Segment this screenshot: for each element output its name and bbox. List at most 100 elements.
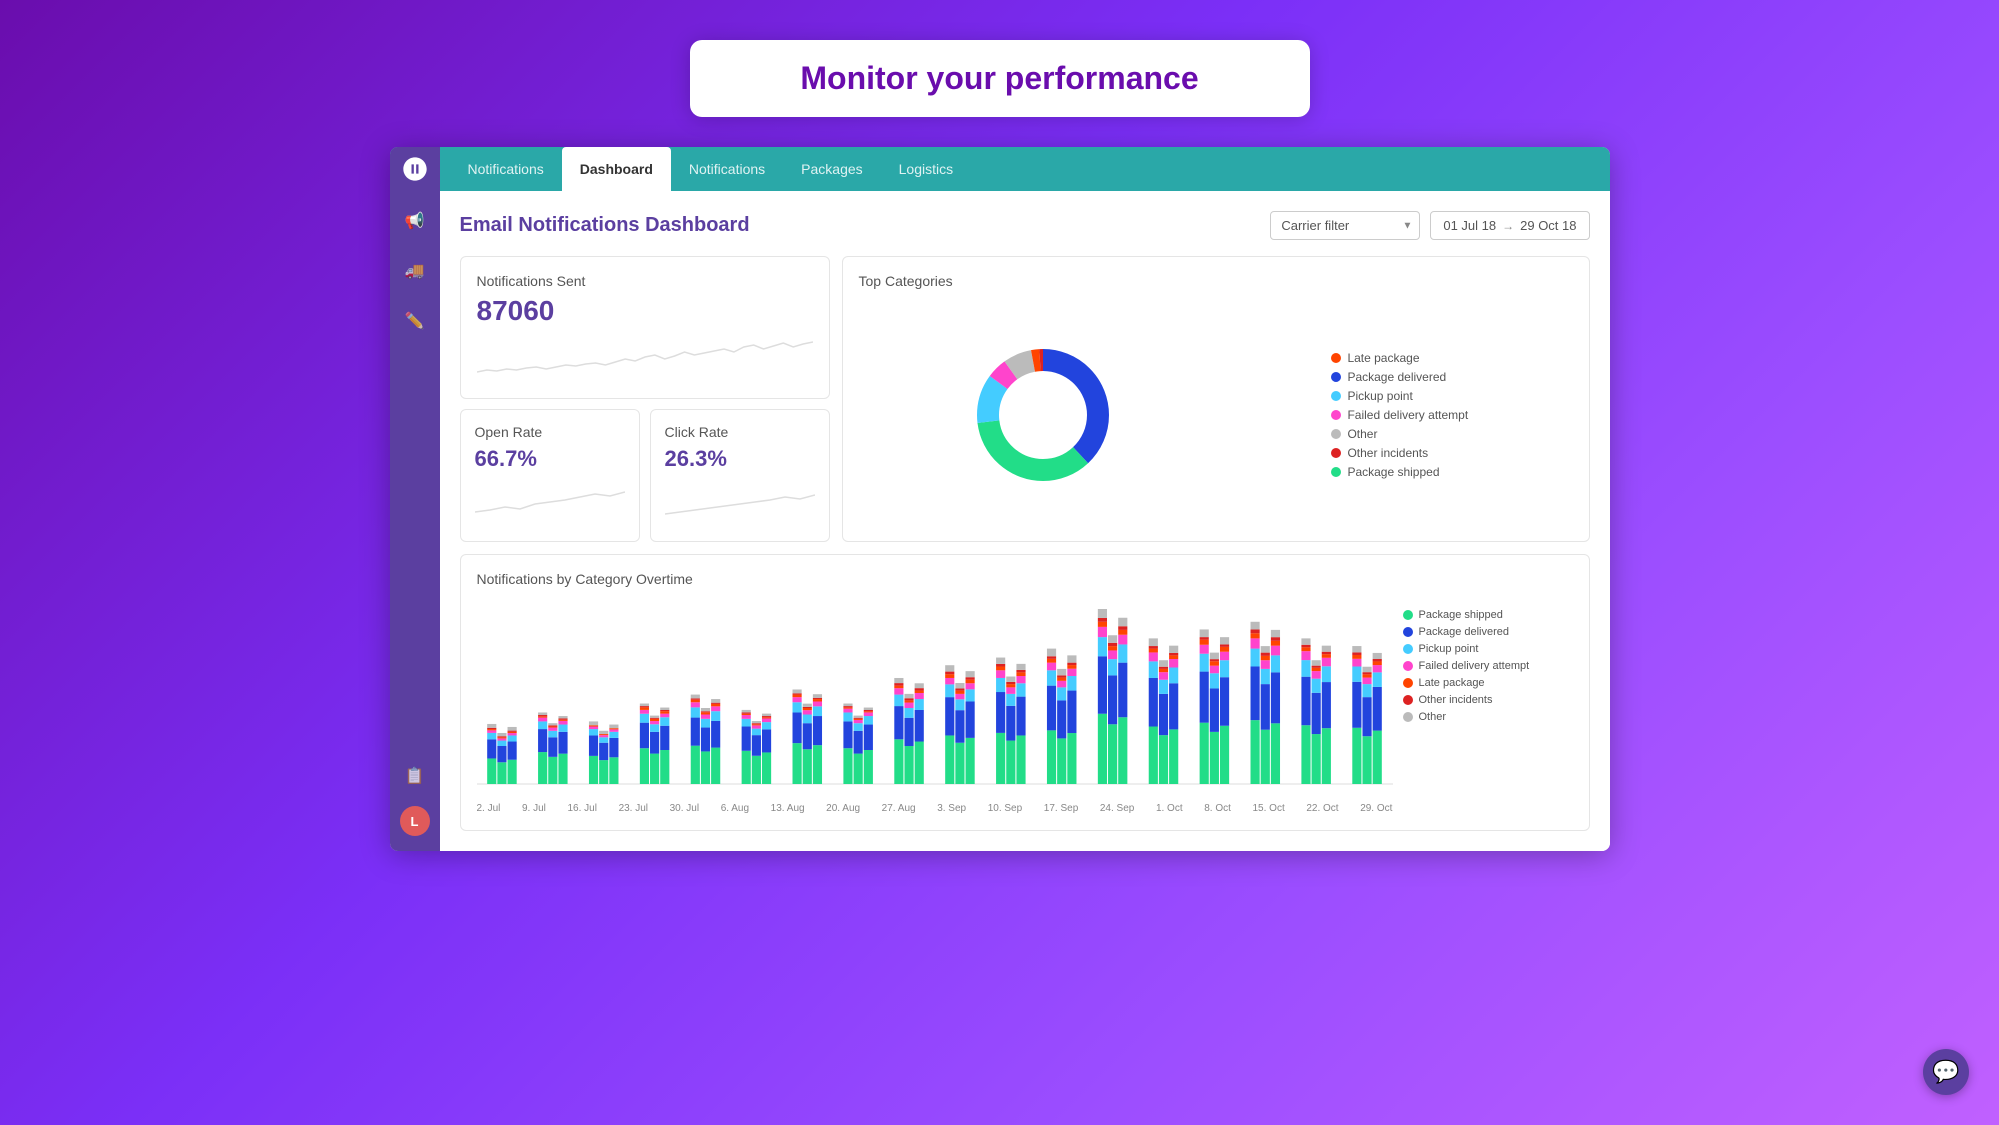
legend-late-package: Late package [1331, 351, 1468, 365]
open-rate-sparkline [475, 482, 625, 522]
x-label-8: 20. Aug [826, 803, 860, 814]
legend-dot-late-package [1331, 353, 1341, 363]
x-axis-labels: 2. Jul 9. Jul 16. Jul 23. Jul 30. Jul 6.… [477, 799, 1393, 814]
x-label-18: 29. Oct [1360, 803, 1392, 814]
legend-dot-failed-delivery [1331, 410, 1341, 420]
tab-dashboard[interactable]: Dashboard [562, 147, 671, 191]
bar-chart-title: Notifications by Category Overtime [477, 571, 1573, 587]
bar-legend-dot-pickup [1403, 644, 1413, 654]
sidebar-avatar[interactable]: L [400, 806, 430, 836]
donut-svg [963, 335, 1123, 495]
bar-legend-late: Late package [1403, 677, 1573, 689]
open-rate-card: Open Rate 66.7% [460, 409, 640, 542]
date-arrow-icon: → [1502, 219, 1514, 233]
legend-package-shipped: Package shipped [1331, 465, 1468, 479]
bar-legend-other-incidents: Other incidents [1403, 694, 1573, 706]
x-label-17: 22. Oct [1306, 803, 1338, 814]
top-categories-card: Top Categories [842, 256, 1590, 542]
main-content: Email Notifications Dashboard Carrier fi… [440, 191, 1610, 851]
header-title: Monitor your performance [770, 60, 1230, 97]
x-label-7: 13. Aug [771, 803, 805, 814]
bar-legend-dot-other [1403, 712, 1413, 722]
bar-chart-legend: Package shipped Package delivered Pickup… [1403, 599, 1573, 799]
bar-legend-pickup-point: Pickup point [1403, 643, 1573, 655]
bar-chart-section: Notifications by Category Overtime [460, 554, 1590, 831]
x-label-2: 9. Jul [522, 803, 546, 814]
bar-legend-failed: Failed delivery attempt [1403, 660, 1573, 672]
sidebar: 📢 🚚 ✏️ 📋 L [390, 191, 440, 851]
x-label-5: 30. Jul [670, 803, 699, 814]
tab-logistics[interactable]: Logistics [881, 147, 971, 191]
notifications-sent-label: Notifications Sent [477, 273, 813, 289]
top-categories-title: Top Categories [859, 273, 1573, 289]
carrier-filter-select[interactable]: Carrier filter [1270, 211, 1420, 240]
header-banner: Monitor your performance [690, 40, 1310, 117]
bar-chart-wrap [477, 599, 1393, 799]
x-label-9: 27. Aug [882, 803, 916, 814]
dashboard-controls: Carrier filter 01 Jul 18 → 29 Oct 18 [1270, 211, 1589, 240]
donut-legend: Late package Package delivered Pickup po… [1331, 351, 1468, 479]
sidebar-icon-truck[interactable]: 🚚 [400, 256, 430, 286]
chat-bubble-button[interactable]: 💬 [1923, 1049, 1969, 1095]
bar-legend-package-shipped: Package shipped [1403, 609, 1573, 621]
metrics-row: Notifications Sent 87060 Open Rate 66.7% [460, 256, 1590, 542]
x-label-16: 15. Oct [1253, 803, 1285, 814]
x-label-10: 3. Sep [937, 803, 966, 814]
notifications-sparkline [477, 337, 813, 377]
notifications-sent-value: 87060 [477, 295, 813, 327]
legend-other-incidents: Other incidents [1331, 446, 1468, 460]
top-categories-inner: Top Categories [842, 256, 1590, 542]
x-label-4: 23. Jul [619, 803, 648, 814]
x-label-11: 10. Sep [988, 803, 1022, 814]
x-label-12: 17. Sep [1044, 803, 1078, 814]
date-end: 29 Oct 18 [1520, 218, 1576, 233]
sidebar-icon-edit[interactable]: ✏️ [400, 306, 430, 336]
legend-dot-package-delivered [1331, 372, 1341, 382]
tab-packages[interactable]: Packages [783, 147, 880, 191]
x-label-3: 16. Jul [568, 803, 597, 814]
chart-area: Package shipped Package delivered Pickup… [477, 599, 1573, 799]
sidebar-logo [390, 147, 440, 191]
x-label-1: 2. Jul [477, 803, 501, 814]
open-rate-value: 66.7% [475, 446, 625, 472]
dashboard-title: Email Notifications Dashboard [460, 214, 750, 237]
main-layout: 📢 🚚 ✏️ 📋 L Email Notifications Dashboard… [390, 191, 1610, 851]
open-rate-label: Open Rate [475, 424, 625, 440]
top-nav: Notifications Dashboard Notifications Pa… [390, 147, 1610, 191]
date-range[interactable]: 01 Jul 18 → 29 Oct 18 [1430, 211, 1589, 240]
tab-notifications[interactable]: Notifications [671, 147, 783, 191]
nav-tabs: Notifications Dashboard Notifications Pa… [440, 147, 972, 191]
x-label-13: 24. Sep [1100, 803, 1134, 814]
legend-package-delivered: Package delivered [1331, 370, 1468, 384]
click-rate-label: Click Rate [665, 424, 815, 440]
bar-legend-dot-shipped [1403, 610, 1413, 620]
app-window: Notifications Dashboard Notifications Pa… [390, 147, 1610, 851]
donut-chart [963, 335, 1123, 495]
sidebar-icon-list[interactable]: 📋 [400, 761, 430, 791]
click-rate-sparkline [665, 482, 815, 522]
legend-dot-other-incidents [1331, 448, 1341, 458]
legend-other: Other [1331, 427, 1468, 441]
dashboard-header: Email Notifications Dashboard Carrier fi… [460, 211, 1590, 240]
bar-legend-dot-delivered [1403, 627, 1413, 637]
notifications-sent-card: Notifications Sent 87060 [460, 256, 830, 399]
click-rate-card: Click Rate 26.3% [650, 409, 830, 542]
bar-chart-svg [477, 599, 1393, 799]
legend-failed-delivery: Failed delivery attempt [1331, 408, 1468, 422]
tab-notifications-top[interactable]: Notifications [450, 147, 562, 191]
x-label-15: 8. Oct [1204, 803, 1231, 814]
bar-legend-dot-failed [1403, 661, 1413, 671]
click-rate-value: 26.3% [665, 446, 815, 472]
legend-dot-pickup-point [1331, 391, 1341, 401]
sidebar-icon-megaphone[interactable]: 📢 [400, 206, 430, 236]
legend-dot-package-shipped [1331, 467, 1341, 477]
x-label-6: 6. Aug [721, 803, 749, 814]
date-start: 01 Jul 18 [1443, 218, 1496, 233]
categories-content: Late package Package delivered Pickup po… [859, 295, 1573, 525]
metrics-left: Notifications Sent 87060 Open Rate 66.7% [460, 256, 830, 542]
bar-legend-package-delivered: Package delivered [1403, 626, 1573, 638]
legend-pickup-point: Pickup point [1331, 389, 1468, 403]
brand-icon [401, 155, 429, 183]
bar-legend-dot-other-incidents [1403, 695, 1413, 705]
x-label-14: 1. Oct [1156, 803, 1183, 814]
